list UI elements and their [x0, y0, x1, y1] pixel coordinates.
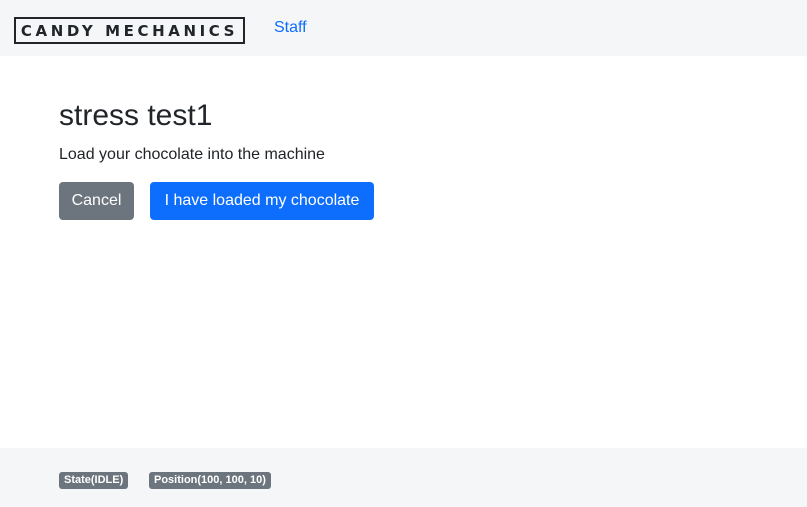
nav-link-staff[interactable]: Staff — [274, 18, 307, 38]
cancel-button[interactable]: Cancel — [59, 182, 134, 220]
main-content: stress test1 Load your chocolate into th… — [59, 98, 325, 166]
instruction-text: Load your chocolate into the machine — [59, 146, 325, 163]
footer: State(IDLE) Position(100, 100, 10) — [0, 448, 807, 507]
action-buttons: Cancel I have loaded my chocolate — [59, 182, 374, 220]
position-badge: Position(100, 100, 10) — [149, 472, 271, 489]
page-title: stress test1 — [59, 99, 213, 132]
confirm-loaded-button[interactable]: I have loaded my chocolate — [150, 182, 374, 220]
navbar: CANDY MECHANICS Staff — [0, 0, 807, 56]
state-badge: State(IDLE) — [59, 472, 129, 489]
brand-logo[interactable]: CANDY MECHANICS — [14, 17, 245, 44]
